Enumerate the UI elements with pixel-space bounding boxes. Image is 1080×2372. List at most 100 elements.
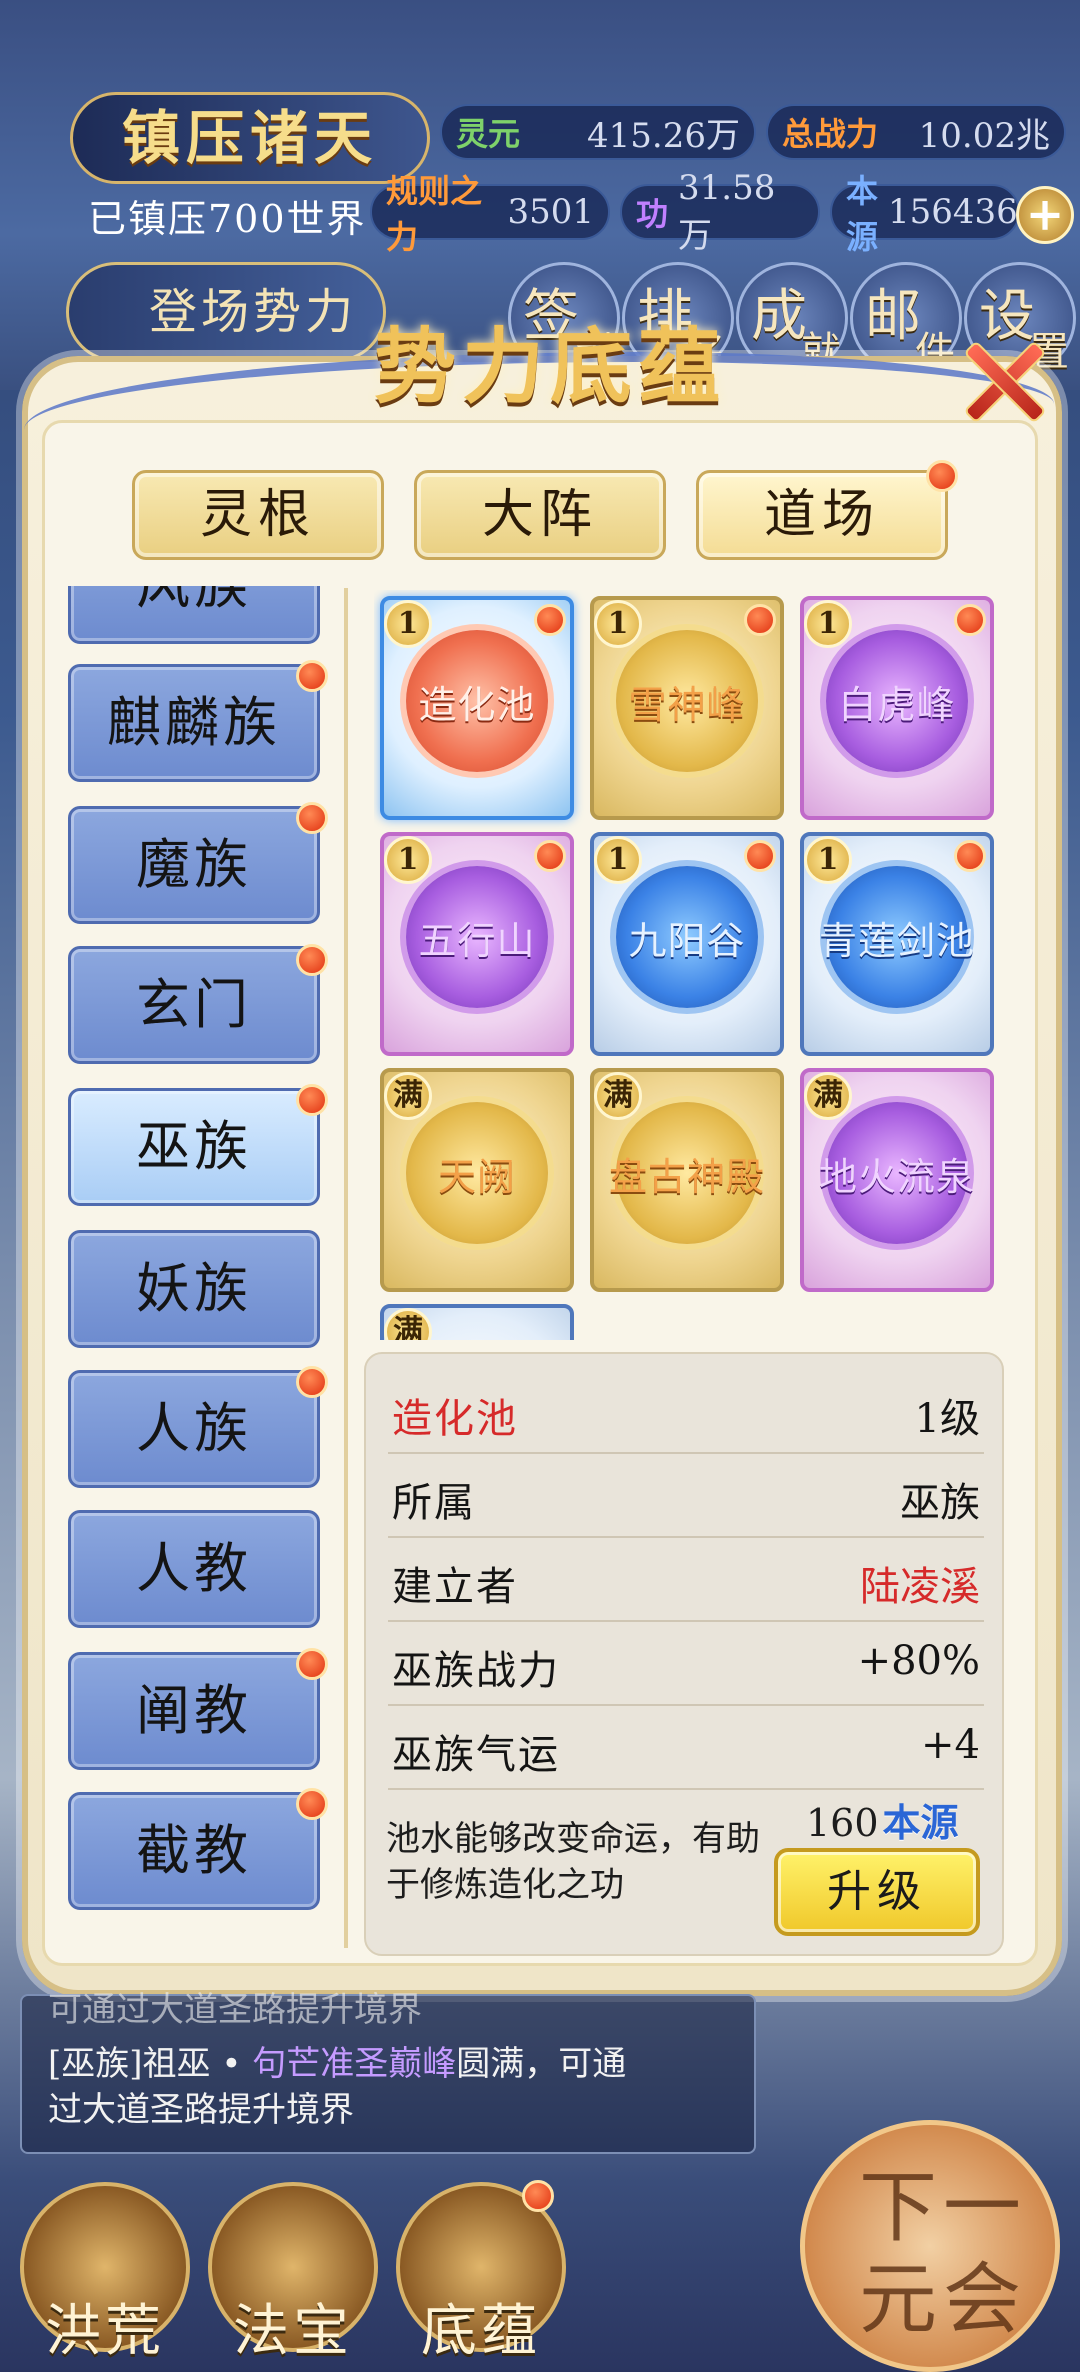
panel-title: 势力底蕴 bbox=[373, 319, 726, 415]
tab-label: 灵根 bbox=[199, 485, 316, 545]
side-item-label: 妖族 bbox=[136, 1257, 252, 1320]
side-item-chanjiao[interactable]: 阐教 bbox=[68, 1652, 320, 1770]
detail-row-power: 巫族战力 +80% bbox=[388, 1622, 984, 1706]
tab-formation[interactable]: 大阵 bbox=[414, 470, 666, 560]
dojo-card-xueshenfeng[interactable]: 雪神峰 1 bbox=[590, 596, 784, 820]
next-era-label: 元会 bbox=[859, 2255, 1028, 2345]
cost-unit: 本源 bbox=[882, 1800, 959, 1845]
resource-value: 10.02兆 bbox=[918, 115, 1050, 156]
log-text: 圆满，可通 bbox=[456, 2044, 627, 2084]
notification-dot bbox=[926, 460, 958, 492]
panel-divider bbox=[344, 588, 348, 1948]
detail-row-founder: 建立者 陆凌溪 bbox=[388, 1538, 984, 1622]
resource-source: 本源 156436 bbox=[830, 172, 1020, 256]
bottom-nav-label: 法宝 bbox=[233, 2299, 353, 2364]
dojo-level: 1级 bbox=[914, 1396, 980, 1442]
notification-dot bbox=[744, 840, 776, 872]
dojo-card-name: 天阙 bbox=[437, 1155, 516, 1199]
dojo-description: 池水能够改变命运，有助于修炼造化之功 bbox=[386, 1819, 760, 1905]
detail-value: 巫族 bbox=[900, 1480, 980, 1526]
dojo-card-baihufeng[interactable]: 白虎峰 1 bbox=[800, 596, 994, 820]
side-item-label: 魔族 bbox=[136, 833, 252, 896]
dojo-card-dihuoliuquan[interactable]: 地火流泉 满 bbox=[800, 1068, 994, 1292]
treasure-button[interactable]: 法宝 bbox=[208, 2182, 378, 2364]
dojo-card-qinglianjianchi[interactable]: 青莲剑池 1 bbox=[800, 832, 994, 1056]
next-era-button[interactable]: 下一 元会 bbox=[800, 2120, 1060, 2372]
dojo-card-name: 盘古神殿 bbox=[608, 1155, 765, 1199]
realm-title-badge: 镇压诸天 bbox=[70, 92, 430, 184]
faction-side-list[interactable]: 风族 麒麟族 魔族 玄门 巫族 妖族 人族 人教 阐教 截教 bbox=[60, 586, 336, 1956]
realm-title: 镇压诸天 bbox=[121, 104, 378, 172]
bottom-nav-label: 洪荒 bbox=[45, 2299, 165, 2364]
dojo-card-name: 青莲剑池 bbox=[818, 919, 975, 963]
resource-rule-power: 规则之力 3501 bbox=[370, 172, 610, 256]
notification-dot bbox=[296, 1648, 328, 1680]
dojo-card-name: 五行山 bbox=[418, 919, 536, 963]
bottom-nav-label: 底蕴 bbox=[421, 2299, 541, 2364]
notification-dot bbox=[744, 604, 776, 636]
side-item-mozu[interactable]: 魔族 bbox=[68, 806, 320, 924]
log-text: [巫族]祖巫 • bbox=[48, 2044, 253, 2084]
side-item-label: 巫族 bbox=[136, 1115, 252, 1178]
upgrade-button[interactable]: 升级 bbox=[774, 1848, 980, 1936]
resource-value: 3501 bbox=[507, 192, 594, 232]
side-item-yaozu[interactable]: 妖族 bbox=[68, 1230, 320, 1348]
max-badge: 满 bbox=[384, 1308, 432, 1340]
resource-label: 总战力 bbox=[782, 115, 879, 153]
notification-dot bbox=[296, 1788, 328, 1820]
detail-label: 巫族气运 bbox=[392, 1732, 560, 1778]
tab-label: 大阵 bbox=[481, 485, 598, 545]
resource-value: 31.58万 bbox=[678, 167, 776, 256]
side-item-label: 人教 bbox=[136, 1537, 252, 1600]
side-item-xuanmen[interactable]: 玄门 bbox=[68, 946, 320, 1064]
tab-dojo[interactable]: 道场 bbox=[696, 470, 948, 560]
dojo-name: 造化池 bbox=[392, 1396, 518, 1442]
side-item-label: 截教 bbox=[136, 1819, 252, 1882]
notification-dot bbox=[954, 840, 986, 872]
dojo-card-name: 雪神峰 bbox=[628, 683, 746, 727]
notification-dot bbox=[534, 840, 566, 872]
max-badge: 满 bbox=[384, 1072, 432, 1120]
resource-merit: 功 31.58万 bbox=[620, 168, 820, 256]
dojo-card-name: 地火流泉 bbox=[818, 1155, 975, 1199]
close-icon[interactable] bbox=[960, 338, 1040, 418]
side-item-label: 风族 bbox=[71, 586, 317, 641]
level-badge: 1 bbox=[804, 836, 852, 884]
side-item-renzu[interactable]: 人族 bbox=[68, 1370, 320, 1488]
detail-label: 建立者 bbox=[392, 1564, 518, 1610]
notification-dot bbox=[534, 604, 566, 636]
resource-label: 本源 bbox=[846, 172, 879, 256]
side-item-qilin[interactable]: 麒麟族 bbox=[68, 664, 320, 782]
detail-value: +80% bbox=[857, 1638, 980, 1684]
dojo-detail-panel: 造化池 1级 所属 巫族 建立者 陆凌溪 巫族战力 +80% 巫族气运 +4 池… bbox=[364, 1352, 1004, 1956]
dojo-card-tianque[interactable]: 天阙 满 bbox=[380, 1068, 574, 1292]
side-item-wuzu[interactable]: 巫族 bbox=[68, 1088, 320, 1206]
max-badge: 满 bbox=[804, 1072, 852, 1120]
dojo-card-name: 白虎峰 bbox=[838, 683, 956, 727]
level-badge: 1 bbox=[384, 836, 432, 884]
side-item-feng[interactable]: 风族 bbox=[68, 586, 320, 644]
side-item-jiejiao[interactable]: 截教 bbox=[68, 1792, 320, 1910]
suppressed-worlds-count: 已镇压700世界 bbox=[88, 197, 367, 241]
upgrade-label: 升级 bbox=[827, 1866, 927, 1917]
notification-dot bbox=[296, 944, 328, 976]
log-line: 可通过大道圣路提升境界 bbox=[48, 1990, 422, 2030]
resource-lingyuan: 灵元 415.26万 bbox=[440, 104, 756, 160]
log-line: 过大道圣路提升境界 bbox=[48, 2090, 354, 2130]
dojo-card-panggushendian[interactable]: 盘古神殿 满 bbox=[590, 1068, 784, 1292]
detail-row-name: 造化池 1级 bbox=[388, 1370, 984, 1454]
side-item-label: 麒麟族 bbox=[107, 691, 281, 754]
dojo-card-zaohuachi[interactable]: 造化池 1 bbox=[380, 596, 574, 820]
side-item-renjiao[interactable]: 人教 bbox=[68, 1510, 320, 1628]
menu-char: 邮 bbox=[865, 284, 921, 349]
add-resource-button[interactable]: + bbox=[1016, 186, 1074, 244]
dojo-card-wuxingshan[interactable]: 五行山 1 bbox=[380, 832, 574, 1056]
dojo-card-partial[interactable]: 满 bbox=[380, 1304, 574, 1340]
log-line: [巫族]祖巫 • 句芒准圣巅峰圆满，可通 bbox=[48, 2042, 626, 2086]
dojo-grid[interactable]: 造化池 1 雪神峰 1 白虎峰 1 五行山 1 九阳谷 1 青莲剑池 1 天阙 … bbox=[374, 590, 1004, 1340]
notification-dot bbox=[522, 2180, 554, 2212]
honghuang-button[interactable]: 洪荒 bbox=[20, 2182, 190, 2364]
detail-value: +4 bbox=[921, 1722, 980, 1768]
dojo-card-jiuyanggu[interactable]: 九阳谷 1 bbox=[590, 832, 784, 1056]
tab-spirit-root[interactable]: 灵根 bbox=[132, 470, 384, 560]
